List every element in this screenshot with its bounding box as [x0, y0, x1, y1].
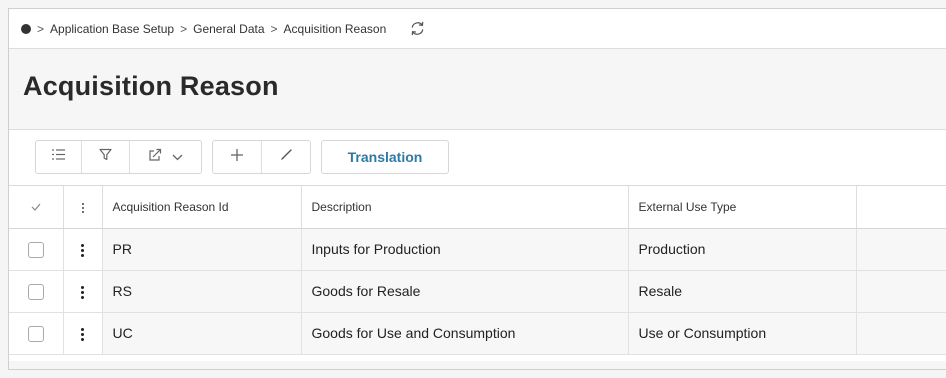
- list-settings-icon: [51, 148, 66, 166]
- column-header-description[interactable]: Description: [301, 186, 629, 229]
- page-title: Acquisition Reason: [23, 71, 279, 101]
- export-icon: [148, 148, 162, 166]
- edit-icon: [280, 148, 293, 166]
- view-toolbar-group: [35, 140, 202, 174]
- list-settings-button[interactable]: [36, 141, 82, 173]
- column-header-empty: [856, 186, 946, 229]
- cell-acquisition-reason-id[interactable]: PR: [102, 228, 302, 271]
- column-menu-header[interactable]: [63, 186, 103, 229]
- kebab-icon[interactable]: [81, 202, 84, 213]
- row-checkbox[interactable]: [27, 241, 44, 258]
- breadcrumb-item-general-data[interactable]: General Data: [193, 22, 264, 36]
- row-menu-cell: [63, 312, 103, 355]
- breadcrumb-item-acquisition-reason: Acquisition Reason: [283, 21, 387, 36]
- table-header-row: Acquisition Reason Id Description Extern…: [9, 186, 946, 229]
- table-row[interactable]: PR Inputs for Production Production: [9, 228, 946, 271]
- cell-external-use-type[interactable]: Resale: [628, 270, 857, 313]
- column-header-external-use-type[interactable]: External Use Type: [628, 186, 857, 229]
- breadcrumb-separator: >: [180, 21, 188, 36]
- cell-empty: [856, 270, 946, 313]
- row-select-cell: [9, 228, 64, 271]
- cell-acquisition-reason-id[interactable]: RS: [102, 270, 302, 313]
- export-dropdown-button[interactable]: [130, 141, 201, 173]
- cell-external-use-type[interactable]: Production: [628, 228, 857, 271]
- cell-description[interactable]: Goods for Use and Consumption: [301, 312, 629, 355]
- acquisition-reason-table: Acquisition Reason Id Description Extern…: [9, 186, 946, 355]
- add-icon: [230, 148, 244, 167]
- row-select-cell: [9, 312, 64, 355]
- cell-empty: [856, 228, 946, 271]
- kebab-icon[interactable]: [81, 243, 84, 257]
- app-frame: > Application Base Setup > General Data …: [8, 8, 946, 370]
- translation-button[interactable]: Translation: [321, 140, 449, 174]
- select-all-check-icon[interactable]: [31, 202, 41, 214]
- breadcrumb-separator: >: [270, 21, 278, 36]
- grid-panel: Translation Acquisition Reason Id Descri…: [9, 129, 946, 361]
- home-dot-icon[interactable]: [21, 23, 31, 34]
- row-select-cell: [9, 270, 64, 313]
- refresh-icon[interactable]: [408, 20, 426, 38]
- breadcrumb-item-application-base-setup[interactable]: Application Base Setup: [50, 22, 174, 36]
- column-header-acquisition-reason-id[interactable]: Acquisition Reason Id: [102, 186, 302, 229]
- cell-acquisition-reason-id[interactable]: UC: [102, 312, 302, 355]
- select-all-header[interactable]: [9, 186, 64, 229]
- row-checkbox[interactable]: [27, 325, 44, 342]
- breadcrumb: > Application Base Setup > General Data …: [9, 9, 946, 49]
- table-row[interactable]: UC Goods for Use and Consumption Use or …: [9, 312, 946, 355]
- kebab-icon[interactable]: [81, 285, 84, 299]
- kebab-icon[interactable]: [81, 327, 84, 341]
- cell-description[interactable]: Goods for Resale: [301, 270, 629, 313]
- cell-empty: [856, 312, 946, 355]
- cell-description[interactable]: Inputs for Production: [301, 228, 629, 271]
- table-row[interactable]: RS Goods for Resale Resale: [9, 270, 946, 313]
- edit-button[interactable]: [262, 141, 310, 173]
- row-menu-cell: [63, 228, 103, 271]
- row-checkbox[interactable]: [27, 283, 44, 300]
- row-menu-cell: [63, 270, 103, 313]
- grid-toolbar: Translation: [9, 130, 946, 186]
- edit-toolbar-group: [212, 140, 311, 174]
- chevron-down-icon: [172, 148, 183, 166]
- cell-external-use-type[interactable]: Use or Consumption: [628, 312, 857, 355]
- filter-button[interactable]: [82, 141, 130, 173]
- breadcrumb-separator: >: [37, 21, 45, 36]
- add-button[interactable]: [213, 141, 262, 173]
- filter-icon: [99, 148, 112, 166]
